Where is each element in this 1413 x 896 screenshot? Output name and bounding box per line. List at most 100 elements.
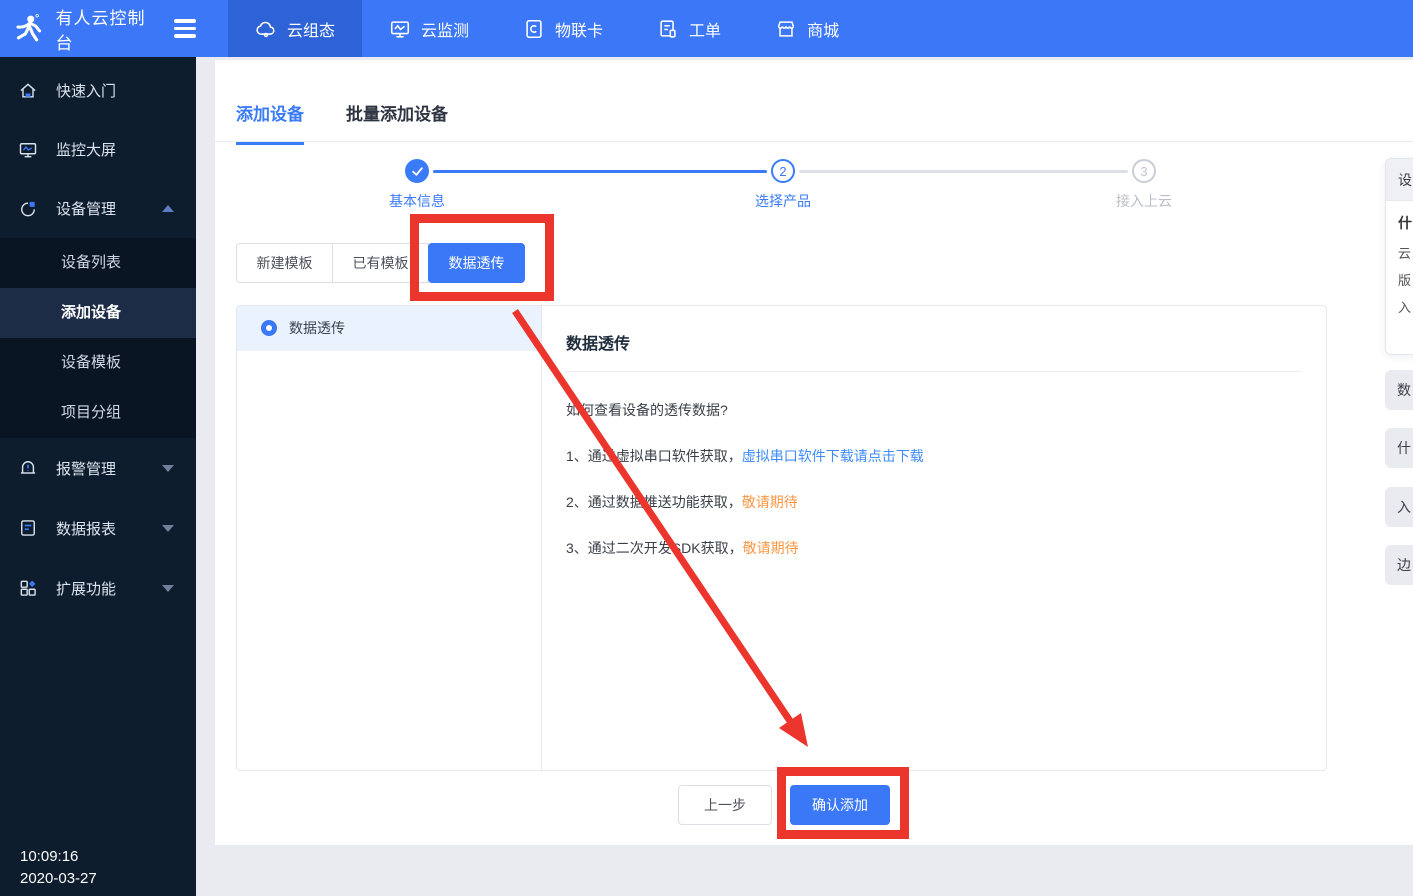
- big-screen-icon: [19, 142, 37, 157]
- brand: 有人云控制台: [0, 0, 196, 57]
- sidebar-item-project-group[interactable]: 项目分组: [0, 388, 196, 438]
- help-collapsed-item[interactable]: 入: [1385, 487, 1413, 527]
- step-2-select-product: 2: [771, 159, 795, 183]
- previous-step-button[interactable]: 上一步: [678, 785, 772, 825]
- help-panel-card[interactable]: 设 什 云 版 入: [1385, 158, 1413, 355]
- confirm-add-button[interactable]: 确认添加: [790, 785, 890, 825]
- home-icon: [20, 82, 36, 98]
- sidebar-item-extensions[interactable]: 扩展功能: [0, 558, 196, 618]
- step-label-select-product: 选择产品: [755, 193, 811, 209]
- app-title: 有人云控制台: [55, 8, 146, 53]
- coming-soon-label: 敬请期待: [741, 494, 798, 510]
- detail-line-1: 1、通过虚拟串口软件获取，虚拟串口软件下载请点击下载: [566, 446, 1302, 466]
- template-type-group: 新建模板 已有模板 数据透传: [236, 243, 525, 283]
- nav-item-store[interactable]: 商城: [748, 0, 866, 57]
- step-label-basic-info: 基本信息: [389, 193, 445, 209]
- tabs-divider: [215, 141, 1413, 142]
- detail-question: 如何查看设备的透传数据?: [566, 402, 728, 418]
- clock-time: 10:09:16: [20, 848, 79, 865]
- sidebar: 快速入门 监控大屏 设备管理 设备列表 添加设备 设备模板 项目分组 报警管理: [0, 57, 196, 896]
- help-line: 入: [1398, 300, 1412, 315]
- chevron-down-icon: [162, 464, 174, 472]
- sidebar-item-data-report[interactable]: 数据报表: [0, 498, 196, 558]
- chevron-down-icon: [162, 524, 174, 532]
- nav-label: 物联卡: [555, 22, 604, 40]
- help-card-header: 设: [1386, 159, 1413, 201]
- list-item-label: 数据透传: [289, 320, 345, 336]
- check-icon: [411, 166, 423, 176]
- line-text: 3、通过二次开发SDK获取，: [566, 540, 743, 556]
- line-text: 1、通过虚拟串口软件获取，: [566, 448, 742, 464]
- hamburger-menu-icon[interactable]: [174, 19, 196, 38]
- detail-line-3: 3、通过二次开发SDK获取，敬请期待: [566, 538, 1302, 558]
- step-connector-pending: [799, 170, 1128, 173]
- device-pie-icon: [21, 201, 35, 216]
- sidebar-clock: 10:09:16 2020-03-27: [20, 846, 97, 890]
- clock-date: 2020-03-27: [20, 870, 97, 887]
- data-passthrough-button[interactable]: 数据透传: [428, 243, 525, 283]
- tab-add-device[interactable]: 添加设备: [236, 100, 304, 145]
- sidebar-item-label: 扩展功能: [56, 580, 117, 598]
- sidebar-item-device-management[interactable]: 设备管理: [0, 179, 196, 238]
- detail-divider: [566, 371, 1302, 372]
- top-bar: 有人云控制台 云组态 云监测 物联卡 工单 商城: [0, 0, 1413, 57]
- nav-label: 商城: [807, 22, 840, 40]
- help-collapsed-item[interactable]: 边: [1385, 545, 1413, 585]
- device-management-submenu: 设备列表 添加设备 设备模板 项目分组: [0, 238, 196, 438]
- list-item-data-passthrough[interactable]: 数据透传: [237, 306, 541, 351]
- chevron-up-icon: [162, 205, 174, 212]
- sim-card-icon: [526, 19, 542, 38]
- download-link[interactable]: 虚拟串口软件下载请点击下载: [742, 448, 924, 464]
- nav-label: 工单: [689, 22, 722, 40]
- help-line: 版: [1398, 273, 1412, 288]
- help-collapsed-item[interactable]: 什: [1385, 428, 1413, 468]
- step-label-connect-cloud: 接入上云: [1116, 193, 1172, 209]
- top-nav: 云组态 云监测 物联卡 工单 商城: [228, 0, 866, 57]
- sidebar-item-add-device[interactable]: 添加设备: [0, 288, 196, 338]
- sidebar-item-alarm-management[interactable]: 报警管理: [0, 438, 196, 498]
- nav-label: 云组态: [287, 22, 336, 40]
- help-collapsed-item[interactable]: 数: [1385, 370, 1413, 410]
- sidebar-item-big-screen[interactable]: 监控大屏: [0, 120, 196, 179]
- nav-item-cloud-monitor[interactable]: 云监测: [362, 0, 496, 57]
- detail-title: 数据透传: [566, 336, 631, 353]
- help-line: 云: [1398, 246, 1412, 261]
- sidebar-item-device-list[interactable]: 设备列表: [0, 238, 196, 288]
- report-icon: [21, 520, 35, 536]
- sidebar-item-device-template[interactable]: 设备模板: [0, 338, 196, 388]
- new-template-button[interactable]: 新建模板: [236, 243, 333, 283]
- tab-batch-add-device[interactable]: 批量添加设备: [346, 100, 448, 145]
- help-card-body: 什 云 版 入: [1386, 201, 1413, 336]
- store-icon: [777, 20, 795, 37]
- page-tabs: 添加设备 批量添加设备: [236, 100, 448, 145]
- detail-line-2: 2、通过数据推送功能获取，敬请期待: [566, 492, 1302, 512]
- sidebar-item-label: 报警管理: [56, 460, 117, 478]
- step-connector-done: [433, 170, 767, 173]
- extensions-icon: [20, 580, 36, 596]
- step-3-connect-cloud: 3: [1132, 159, 1156, 183]
- chevron-down-icon: [162, 584, 174, 592]
- product-panel: 数据透传 数据透传 如何查看设备的透传数据? 1、通过虚拟串口软件获取，虚拟串口…: [236, 305, 1327, 771]
- sidebar-item-label: 设备管理: [56, 201, 117, 218]
- sidebar-item-label: 数据报表: [56, 520, 117, 538]
- alarm-bell-icon: [20, 461, 36, 474]
- sidebar-item-quick-start[interactable]: 快速入门: [0, 61, 196, 120]
- cloud-icon: [256, 21, 275, 37]
- line-text: 2、通过数据推送功能获取，: [566, 494, 742, 510]
- nav-label: 云监测: [421, 22, 470, 40]
- help-question: 什: [1398, 215, 1412, 231]
- main-content: 添加设备 批量添加设备 2 3 基本信息 选择产品 接入上云 新建模板 已有模板…: [215, 60, 1413, 845]
- step-1-basic-info: [405, 159, 429, 183]
- existing-template-button[interactable]: 已有模板: [332, 243, 429, 283]
- sidebar-item-label: 快速入门: [56, 83, 117, 100]
- monitor-icon: [390, 20, 410, 38]
- coming-soon-label: 敬请期待: [742, 540, 799, 556]
- product-detail: 数据透传 如何查看设备的透传数据? 1、通过虚拟串口软件获取，虚拟串口软件下载请…: [542, 306, 1326, 770]
- radio-selected-icon[interactable]: [261, 320, 277, 336]
- nav-item-iot-card[interactable]: 物联卡: [496, 0, 630, 57]
- usr-logo-icon: [16, 13, 42, 41]
- nav-item-cloud-scada[interactable]: 云组态: [228, 0, 363, 57]
- product-list: 数据透传: [237, 306, 542, 770]
- sidebar-item-label: 监控大屏: [56, 142, 117, 159]
- nav-item-work-order[interactable]: 工单: [630, 0, 748, 57]
